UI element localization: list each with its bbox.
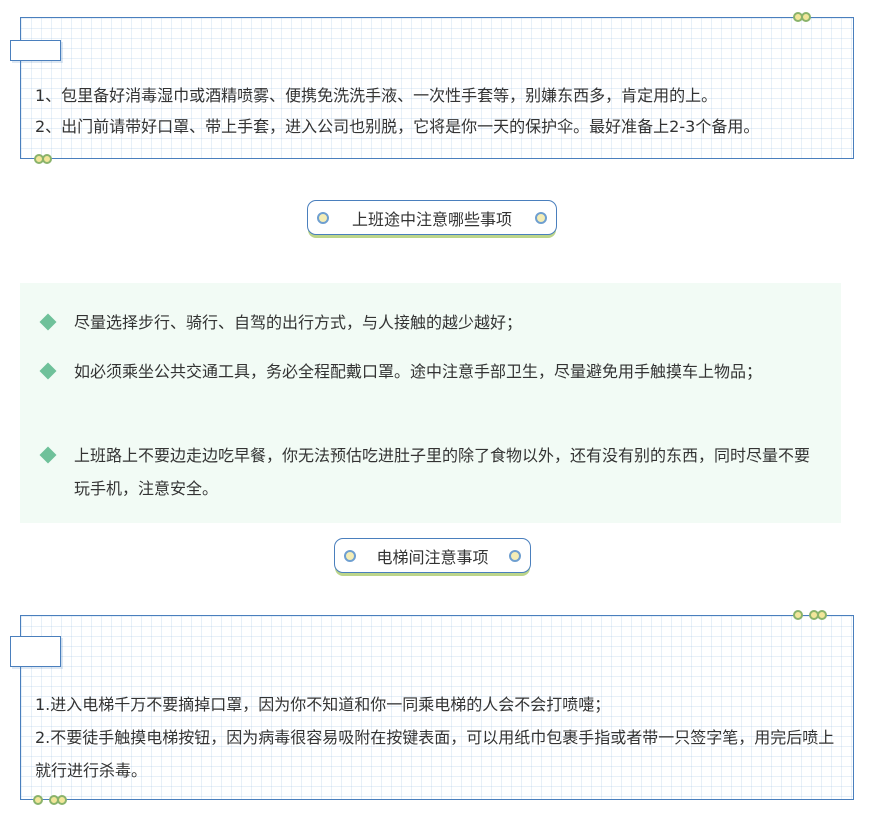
commute-tips-panel: 尽量选择步行、骑行、自驾的出行方式，与人接触的越少越好； 如必须乘坐公共交通工具… [20,283,841,523]
prep-note-line: 1、包里备好消毒湿巾或酒精喷雾、便携免洗洗手液、一次性手套等，别嫌东西多，肯定用… [35,86,718,105]
section-header-commute: 上班途中注意哪些事项 [307,200,557,235]
double-dot-icon [793,12,811,22]
elevator-notes-box: 1.进入电梯千万不要摘掉口罩，因为你不知道和你一同乘电梯的人会不会打喷嚏； 2.… [10,610,854,805]
prep-notes-box: 1、包里备好消毒湿巾或酒精喷雾、便携免洗洗手液、一次性手套等，别嫌东西多，肯定用… [10,12,854,164]
box-tab-decoration [10,636,61,667]
prep-note-line: 2、出门前请带好口罩、带上手套，进入公司也别脱，它将是你一天的保护伞。最好准备上… [35,117,760,136]
diamond-bullet-icon [39,446,57,464]
prep-notes-text: 1、包里备好消毒湿巾或酒精喷雾、便携免洗洗手液、一次性手套等，别嫌东西多，肯定用… [35,80,843,142]
section-header-elevator: 电梯间注意事项 [334,538,531,573]
elevator-note-line: 1.进入电梯千万不要摘掉口罩，因为你不知道和你一同乘电梯的人会不会打喷嚏； [35,695,611,714]
elevator-notes-text: 1.进入电梯千万不要摘掉口罩，因为你不知道和你一同乘电梯的人会不会打喷嚏； 2.… [35,688,843,787]
list-item: 尽量选择步行、骑行、自驾的出行方式，与人接触的越少越好； [39,306,823,339]
section-header-title: 上班途中注意哪些事项 [351,209,512,229]
double-dot-icon [33,795,67,805]
double-dot-icon [34,154,52,164]
tip-text: 上班路上不要边走边吃早餐，你无法预估吃进肚子里的除了食物以外，还有没有别的东西，… [74,446,811,498]
box-tab-decoration [10,40,61,61]
tip-text: 如必须乘坐公共交通工具，务必全程配戴口罩。途中注意手部卫生，尽量避免用手触摸车上… [74,362,763,381]
elevator-note-line: 2.不要徒手触摸电梯按钮，因为病毒很容易吸附在按键表面，可以用纸巾包裹手指或者带… [35,728,835,780]
diamond-bullet-icon [39,313,57,331]
double-dot-icon [793,610,827,620]
diamond-bullet-icon [39,362,57,380]
list-item: 上班路上不要边走边吃早餐，你无法预估吃进肚子里的除了食物以外，还有没有别的东西，… [39,439,823,505]
ring-dot-icon [535,211,547,224]
ring-dot-icon [509,549,521,562]
section-header-title: 电梯间注意事项 [376,547,489,567]
list-item: 如必须乘坐公共交通工具，务必全程配戴口罩。途中注意手部卫生，尽量避免用手触摸车上… [39,355,823,388]
article-page: 1、包里备好消毒湿巾或酒精喷雾、便携免洗洗手液、一次性手套等，别嫌东西多，肯定用… [0,0,873,825]
ring-dot-icon [317,211,329,224]
tip-text: 尽量选择步行、骑行、自驾的出行方式，与人接触的越少越好； [74,313,523,332]
ring-dot-icon [344,549,356,562]
